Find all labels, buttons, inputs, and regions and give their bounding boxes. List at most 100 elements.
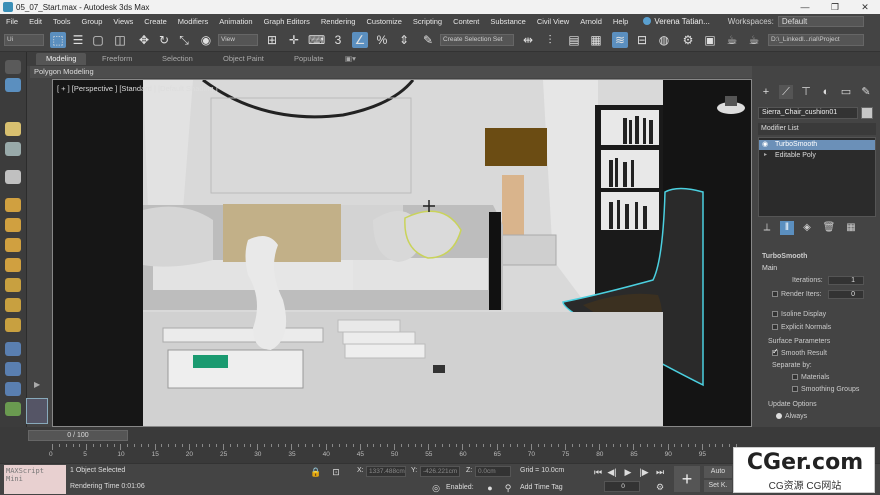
light-bulb-icon[interactable] bbox=[5, 122, 21, 136]
close-button[interactable]: ✕ bbox=[850, 2, 880, 13]
menu-graph-editors[interactable]: Graph Editors bbox=[264, 17, 310, 26]
select-by-name-icon[interactable]: ☰ bbox=[70, 32, 86, 48]
add-time-tag[interactable]: Add Time Tag bbox=[520, 484, 563, 491]
next-frame-icon[interactable]: |▶ bbox=[638, 466, 650, 478]
stack-item-turbosmooth[interactable]: TurboSmooth bbox=[759, 140, 875, 150]
keyboard-shortcut-icon[interactable]: ⌨ bbox=[308, 32, 325, 48]
isoline-row[interactable]: Isoline Display bbox=[772, 311, 826, 318]
place-icon[interactable]: ◉ bbox=[198, 32, 214, 48]
explicit-normals-row[interactable]: Explicit Normals bbox=[772, 324, 831, 331]
make-unique-icon[interactable]: ◈ bbox=[800, 221, 814, 235]
render-iters-spinner[interactable]: 0 bbox=[828, 290, 864, 299]
render-setup-icon[interactable]: ⚙ bbox=[680, 32, 696, 48]
named-selection-dropdown[interactable]: Create Selection Set bbox=[440, 34, 514, 46]
track-bar[interactable]: 0510152025303540455055606570758085909510… bbox=[49, 444, 744, 460]
menu-views[interactable]: Views bbox=[113, 17, 133, 26]
remove-modifier-icon[interactable]: 🗑 bbox=[822, 221, 836, 235]
show-end-result-icon[interactable]: ‖ bbox=[780, 221, 794, 235]
always-row[interactable]: Always bbox=[776, 413, 807, 420]
go-to-start-icon[interactable]: ⏮ bbox=[592, 466, 604, 478]
menu-rendering[interactable]: Rendering bbox=[321, 17, 356, 26]
torus-icon[interactable] bbox=[5, 258, 21, 272]
isoline-checkbox[interactable] bbox=[772, 311, 778, 318]
move-icon[interactable]: ✥ bbox=[136, 32, 152, 48]
snap-toggle-icon[interactable]: 3 bbox=[330, 32, 346, 48]
hierarchy-icon[interactable] bbox=[5, 170, 21, 184]
maximize-button[interactable]: ❐ bbox=[820, 2, 850, 13]
display-icon[interactable] bbox=[5, 142, 21, 156]
always-radio[interactable] bbox=[776, 413, 782, 420]
cylinder-icon[interactable] bbox=[5, 238, 21, 252]
polygon-modeling-panel[interactable]: Polygon Modeling bbox=[30, 66, 752, 78]
menu-help[interactable]: Help bbox=[613, 17, 628, 26]
sphere-icon[interactable] bbox=[5, 218, 21, 232]
biped-icon[interactable] bbox=[5, 382, 21, 396]
window-crossing-icon[interactable]: ◫ bbox=[112, 32, 128, 48]
box-icon[interactable] bbox=[5, 198, 21, 212]
plant-icon[interactable] bbox=[5, 402, 21, 416]
select-manipulate-icon[interactable]: ✛ bbox=[286, 32, 302, 48]
materials-row[interactable]: Materials bbox=[792, 374, 829, 381]
smooth-result-row[interactable]: Smooth Result bbox=[772, 347, 827, 357]
minimize-button[interactable]: — bbox=[790, 2, 820, 13]
maxscript-listener[interactable]: MAXScript Mini bbox=[4, 465, 66, 494]
render-iters-checkbox[interactable] bbox=[772, 291, 778, 298]
workspace-dropdown[interactable]: Default bbox=[777, 15, 864, 27]
menu-group[interactable]: Group bbox=[82, 17, 103, 26]
display-tab-icon[interactable]: ▭ bbox=[839, 85, 853, 99]
modify-tab-icon[interactable]: ⟋ bbox=[779, 85, 793, 99]
eye-icon[interactable] bbox=[5, 60, 21, 74]
y-coordinate-field[interactable]: -426.221cm bbox=[420, 466, 460, 477]
ref-coord-dropdown[interactable]: View bbox=[218, 34, 258, 46]
current-frame-field[interactable]: 0 bbox=[604, 481, 640, 492]
schematic-view-icon[interactable]: ⊟ bbox=[634, 32, 650, 48]
set-key-big-button[interactable]: + bbox=[674, 466, 700, 492]
utilities-tab-icon[interactable]: ✎ bbox=[859, 85, 873, 99]
time-config-icon[interactable]: ⚙ bbox=[654, 481, 666, 493]
user-account[interactable]: Verena Tatian... bbox=[643, 17, 710, 26]
render-iters-row[interactable]: Render Iters: bbox=[772, 291, 821, 298]
select-mode-icon[interactable] bbox=[5, 78, 21, 92]
materials-checkbox[interactable] bbox=[792, 374, 798, 381]
object-name-field[interactable]: Sierra_Chair_cushion01 bbox=[758, 107, 858, 119]
configure-sets-icon[interactable]: ▦ bbox=[844, 221, 858, 235]
steering-wheel-icon[interactable]: ◎ bbox=[430, 482, 442, 494]
menu-edit[interactable]: Edit bbox=[29, 17, 42, 26]
menu-content[interactable]: Content bbox=[453, 17, 479, 26]
rotate-icon[interactable]: ↻ bbox=[156, 32, 172, 48]
viewport-label[interactable]: [ + ] [Perspective ] [Standard ] [Defaul… bbox=[57, 84, 218, 93]
object-color-swatch[interactable] bbox=[861, 107, 873, 119]
percent-snap-icon[interactable]: % bbox=[374, 32, 390, 48]
menu-scripting[interactable]: Scripting bbox=[413, 17, 442, 26]
teapot-icon[interactable] bbox=[5, 278, 21, 292]
smooth-result-checkbox[interactable] bbox=[772, 347, 779, 357]
go-to-end-icon[interactable]: ⏭ bbox=[654, 466, 666, 478]
modifier-list-dropdown[interactable]: Modifier List bbox=[758, 123, 876, 135]
hierarchy-tab-icon[interactable]: ⊤ bbox=[799, 85, 813, 99]
iterations-spinner[interactable]: 1 bbox=[828, 276, 864, 285]
menu-animation[interactable]: Animation bbox=[219, 17, 252, 26]
tab-modeling[interactable]: Modeling bbox=[36, 53, 87, 65]
tab-populate[interactable]: Populate bbox=[294, 53, 324, 65]
menu-file[interactable]: File bbox=[6, 17, 18, 26]
menu-modifiers[interactable]: Modifiers bbox=[178, 17, 208, 26]
tab-object-paint[interactable]: Object Paint bbox=[223, 53, 264, 65]
ribbon-options-icon[interactable]: ▣▾ bbox=[345, 53, 356, 65]
create-tab-icon[interactable]: + bbox=[759, 85, 773, 99]
pivot-icon[interactable]: ⊞ bbox=[264, 32, 280, 48]
smoothing-groups-checkbox[interactable] bbox=[792, 386, 798, 393]
set-key-button[interactable]: Set K. bbox=[704, 480, 732, 492]
z-coordinate-field[interactable]: 0.0cm bbox=[475, 466, 511, 477]
absolute-mode-icon[interactable]: ⊡ bbox=[330, 466, 342, 478]
geosphere-icon[interactable] bbox=[5, 318, 21, 332]
tab-selection[interactable]: Selection bbox=[162, 53, 193, 65]
time-slider[interactable]: 0 / 100 bbox=[28, 430, 128, 441]
render-frame-icon[interactable]: ▣ bbox=[702, 32, 718, 48]
bone-icon[interactable] bbox=[5, 362, 21, 376]
tab-freeform[interactable]: Freeform bbox=[102, 53, 132, 65]
render-icon[interactable]: ☕ bbox=[724, 32, 740, 48]
sun-icon[interactable] bbox=[5, 298, 21, 312]
menu-civil-view[interactable]: Civil View bbox=[537, 17, 569, 26]
viewport-layout-tab[interactable] bbox=[26, 398, 48, 424]
menu-customize[interactable]: Customize bbox=[366, 17, 401, 26]
